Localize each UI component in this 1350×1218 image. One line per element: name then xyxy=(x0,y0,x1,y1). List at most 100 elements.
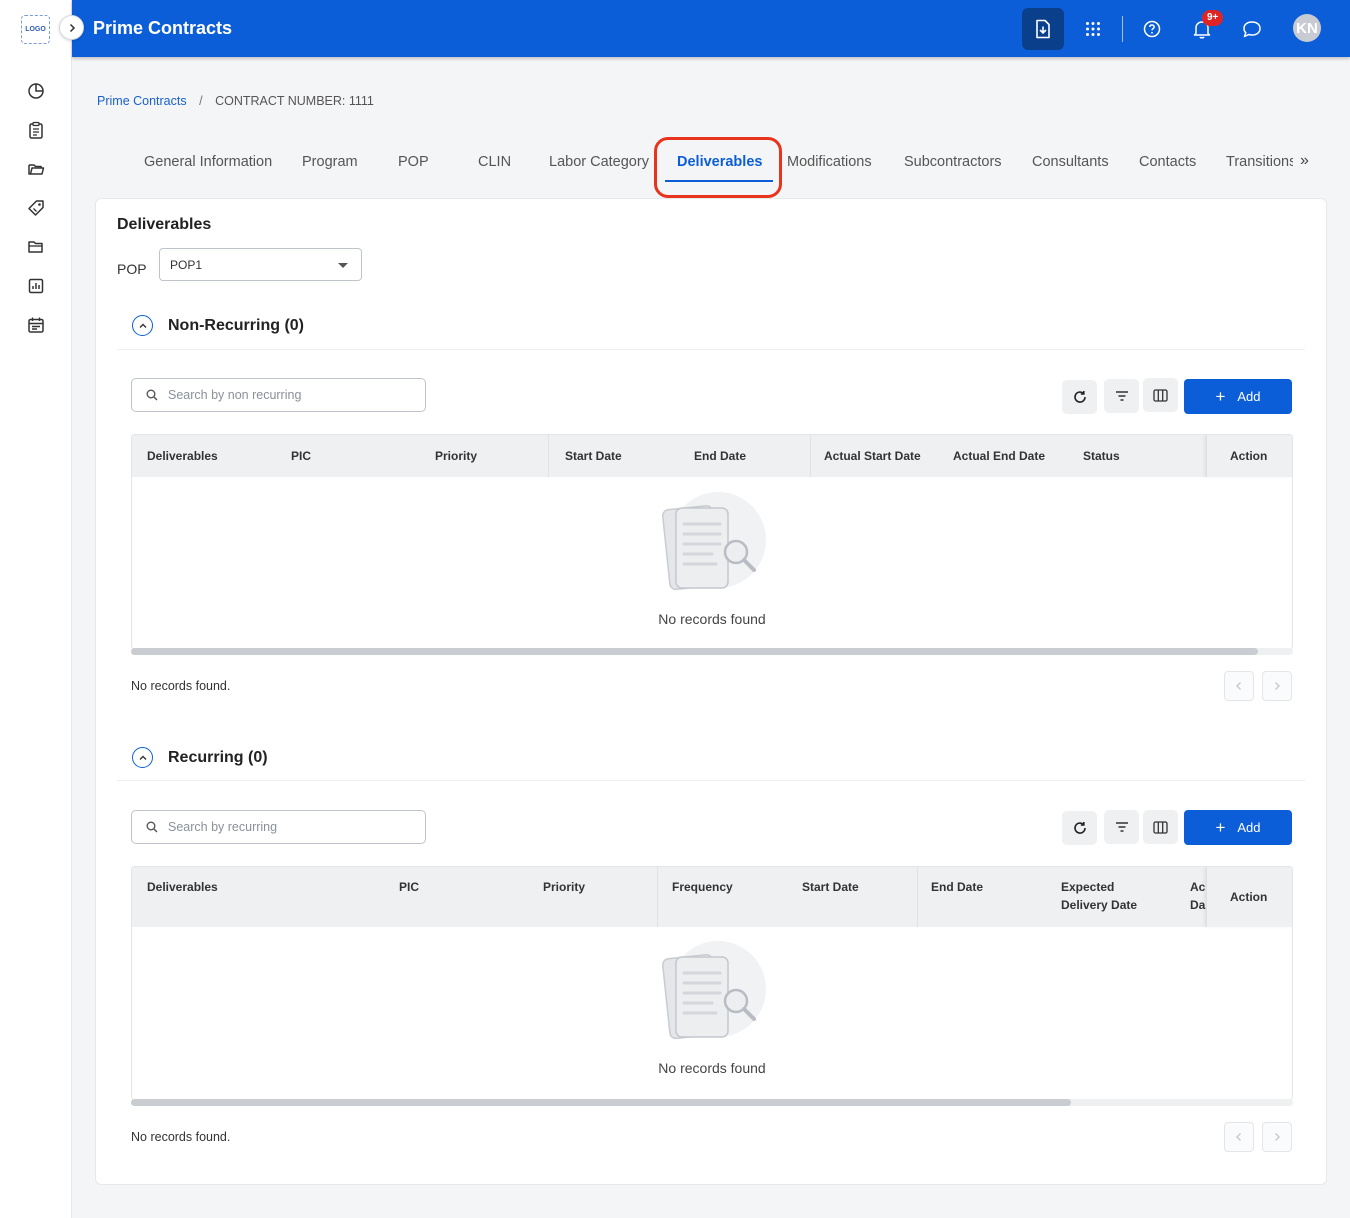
sidebar-item-calendar[interactable] xyxy=(25,314,47,336)
column-header[interactable]: Priority xyxy=(435,447,477,465)
recurring-prev-page-button[interactable] xyxy=(1224,1122,1254,1152)
recurring-collapse-button[interactable] xyxy=(132,747,153,768)
recurring-refresh-button[interactable] xyxy=(1062,811,1097,845)
column-header[interactable]: Frequency xyxy=(672,878,733,896)
column-header[interactable]: Priority xyxy=(543,878,585,896)
download-button[interactable] xyxy=(1022,8,1064,50)
column-header[interactable]: Expected Delivery Date xyxy=(1061,878,1151,914)
chevron-left-icon xyxy=(1236,682,1241,690)
column-header-action: Action xyxy=(1206,435,1292,477)
bar-report-icon xyxy=(28,278,44,294)
table-header-row: Deliverables PIC Priority Start Date End… xyxy=(132,435,1292,477)
tab-consultants[interactable]: Consultants xyxy=(1032,154,1109,170)
help-button[interactable] xyxy=(1131,8,1173,50)
empty-document-icon xyxy=(661,492,766,591)
plus-icon: + xyxy=(1215,818,1226,837)
app-title: Prime Contracts xyxy=(93,18,233,38)
recurring-filter-button[interactable] xyxy=(1104,810,1139,844)
scrollbar-thumb[interactable] xyxy=(131,648,1258,655)
non-recurring-refresh-button[interactable] xyxy=(1062,380,1097,414)
tab-subcontractors[interactable]: Subcontractors xyxy=(904,154,1002,170)
breadcrumb-link-prime-contracts[interactable]: Prime Contracts xyxy=(97,94,187,108)
sidebar-toggle-button[interactable] xyxy=(59,15,84,40)
non-recurring-footer-text: No records found. xyxy=(131,679,231,693)
chevron-right-icon xyxy=(69,23,75,32)
non-recurring-collapse-button[interactable] xyxy=(132,315,153,336)
recurring-add-button[interactable]: + Add xyxy=(1184,810,1292,845)
scrollbar-thumb[interactable] xyxy=(131,1099,1071,1106)
clipboard-icon xyxy=(29,121,43,139)
tab-pop[interactable]: POP xyxy=(398,154,429,170)
recurring-header: Recurring (0) xyxy=(132,747,268,768)
pop-label: POP xyxy=(117,261,147,277)
tab-program[interactable]: Program xyxy=(302,154,358,170)
column-header[interactable]: Start Date xyxy=(802,878,859,896)
sidebar-item-folder[interactable] xyxy=(25,158,47,180)
tab-contacts[interactable]: Contacts xyxy=(1139,154,1196,170)
non-recurring-filter-button[interactable] xyxy=(1104,379,1139,413)
non-recurring-header: Non-Recurring (0) xyxy=(132,315,304,336)
pop-select[interactable]: POP1 xyxy=(159,248,362,281)
column-header[interactable]: Actual End Date xyxy=(953,447,1045,465)
user-avatar[interactable]: KN xyxy=(1293,14,1321,42)
chat-button[interactable] xyxy=(1231,8,1273,50)
non-recurring-horizontal-scrollbar[interactable] xyxy=(131,648,1293,655)
search-icon xyxy=(146,389,158,401)
column-header[interactable]: PIC xyxy=(399,878,419,896)
non-recurring-empty-text: No records found xyxy=(658,611,766,627)
tabs-scroll-right-button[interactable]: » xyxy=(1300,152,1309,170)
sidebar-item-tags[interactable] xyxy=(25,197,47,219)
recurring-search-placeholder: Search by recurring xyxy=(168,820,278,834)
chat-icon xyxy=(1243,21,1261,38)
non-recurring-add-button[interactable]: + Add xyxy=(1184,379,1292,414)
section-divider xyxy=(117,780,1305,781)
column-header[interactable]: Deliverables xyxy=(147,878,218,896)
notification-badge: 9+ xyxy=(1202,10,1224,26)
non-recurring-next-page-button[interactable] xyxy=(1262,671,1292,701)
column-separator xyxy=(657,867,658,927)
open-folder-icon xyxy=(28,241,43,253)
table-header-row: Deliverables PIC Priority Frequency Star… xyxy=(132,867,1292,927)
breadcrumb-separator: / xyxy=(199,94,203,108)
sidebar-item-reports[interactable] xyxy=(25,275,47,297)
column-header[interactable]: Start Date xyxy=(565,447,622,465)
column-header[interactable]: PIC xyxy=(291,447,311,465)
filter-icon xyxy=(1115,822,1128,832)
non-recurring-add-label: Add xyxy=(1237,389,1261,404)
active-tab-indicator xyxy=(665,180,773,182)
app-logo: LOGO xyxy=(21,15,50,44)
column-header[interactable]: Status xyxy=(1083,447,1120,465)
non-recurring-table: Deliverables PIC Priority Start Date End… xyxy=(131,434,1293,649)
recurring-columns-button[interactable] xyxy=(1143,810,1178,844)
breadcrumb-current: CONTRACT NUMBER: 1111 xyxy=(215,94,374,108)
sidebar-item-contracts[interactable] xyxy=(25,119,47,141)
column-separator xyxy=(917,867,918,927)
sidebar-item-documents[interactable] xyxy=(25,236,47,258)
sidebar-item-dashboard[interactable] xyxy=(25,80,47,102)
non-recurring-title: Non-Recurring (0) xyxy=(168,316,304,334)
recurring-horizontal-scrollbar[interactable] xyxy=(131,1099,1293,1106)
non-recurring-columns-button[interactable] xyxy=(1143,378,1178,412)
tab-modifications[interactable]: Modifications xyxy=(787,154,872,170)
recurring-search-input[interactable]: Search by recurring xyxy=(131,810,426,844)
tab-general-information[interactable]: General Information xyxy=(144,154,272,170)
non-recurring-search-input[interactable]: Search by non recurring xyxy=(131,378,426,412)
non-recurring-prev-page-button[interactable] xyxy=(1224,671,1254,701)
column-header[interactable]: End Date xyxy=(694,447,746,465)
recurring-footer-text: No records found. xyxy=(131,1130,231,1144)
tab-labor-category[interactable]: Labor Category xyxy=(549,154,649,170)
column-header[interactable]: End Date xyxy=(931,878,983,896)
columns-icon xyxy=(1153,820,1168,834)
tab-transitions[interactable]: Transitions xyxy=(1226,154,1293,170)
column-header[interactable]: Ac Da xyxy=(1190,878,1206,914)
recurring-next-page-button[interactable] xyxy=(1262,1122,1292,1152)
top-bar: Prime Contracts 9+ KN xyxy=(72,0,1350,57)
tab-clin[interactable]: CLIN xyxy=(478,154,511,170)
caret-down-icon xyxy=(338,263,348,268)
chevron-right-icon xyxy=(1275,1133,1280,1141)
calendar-icon xyxy=(28,317,44,333)
apps-button[interactable] xyxy=(1072,8,1114,50)
column-header[interactable]: Actual Start Date xyxy=(824,447,921,465)
column-header[interactable]: Deliverables xyxy=(147,447,218,465)
tab-deliverables[interactable]: Deliverables xyxy=(677,154,762,170)
